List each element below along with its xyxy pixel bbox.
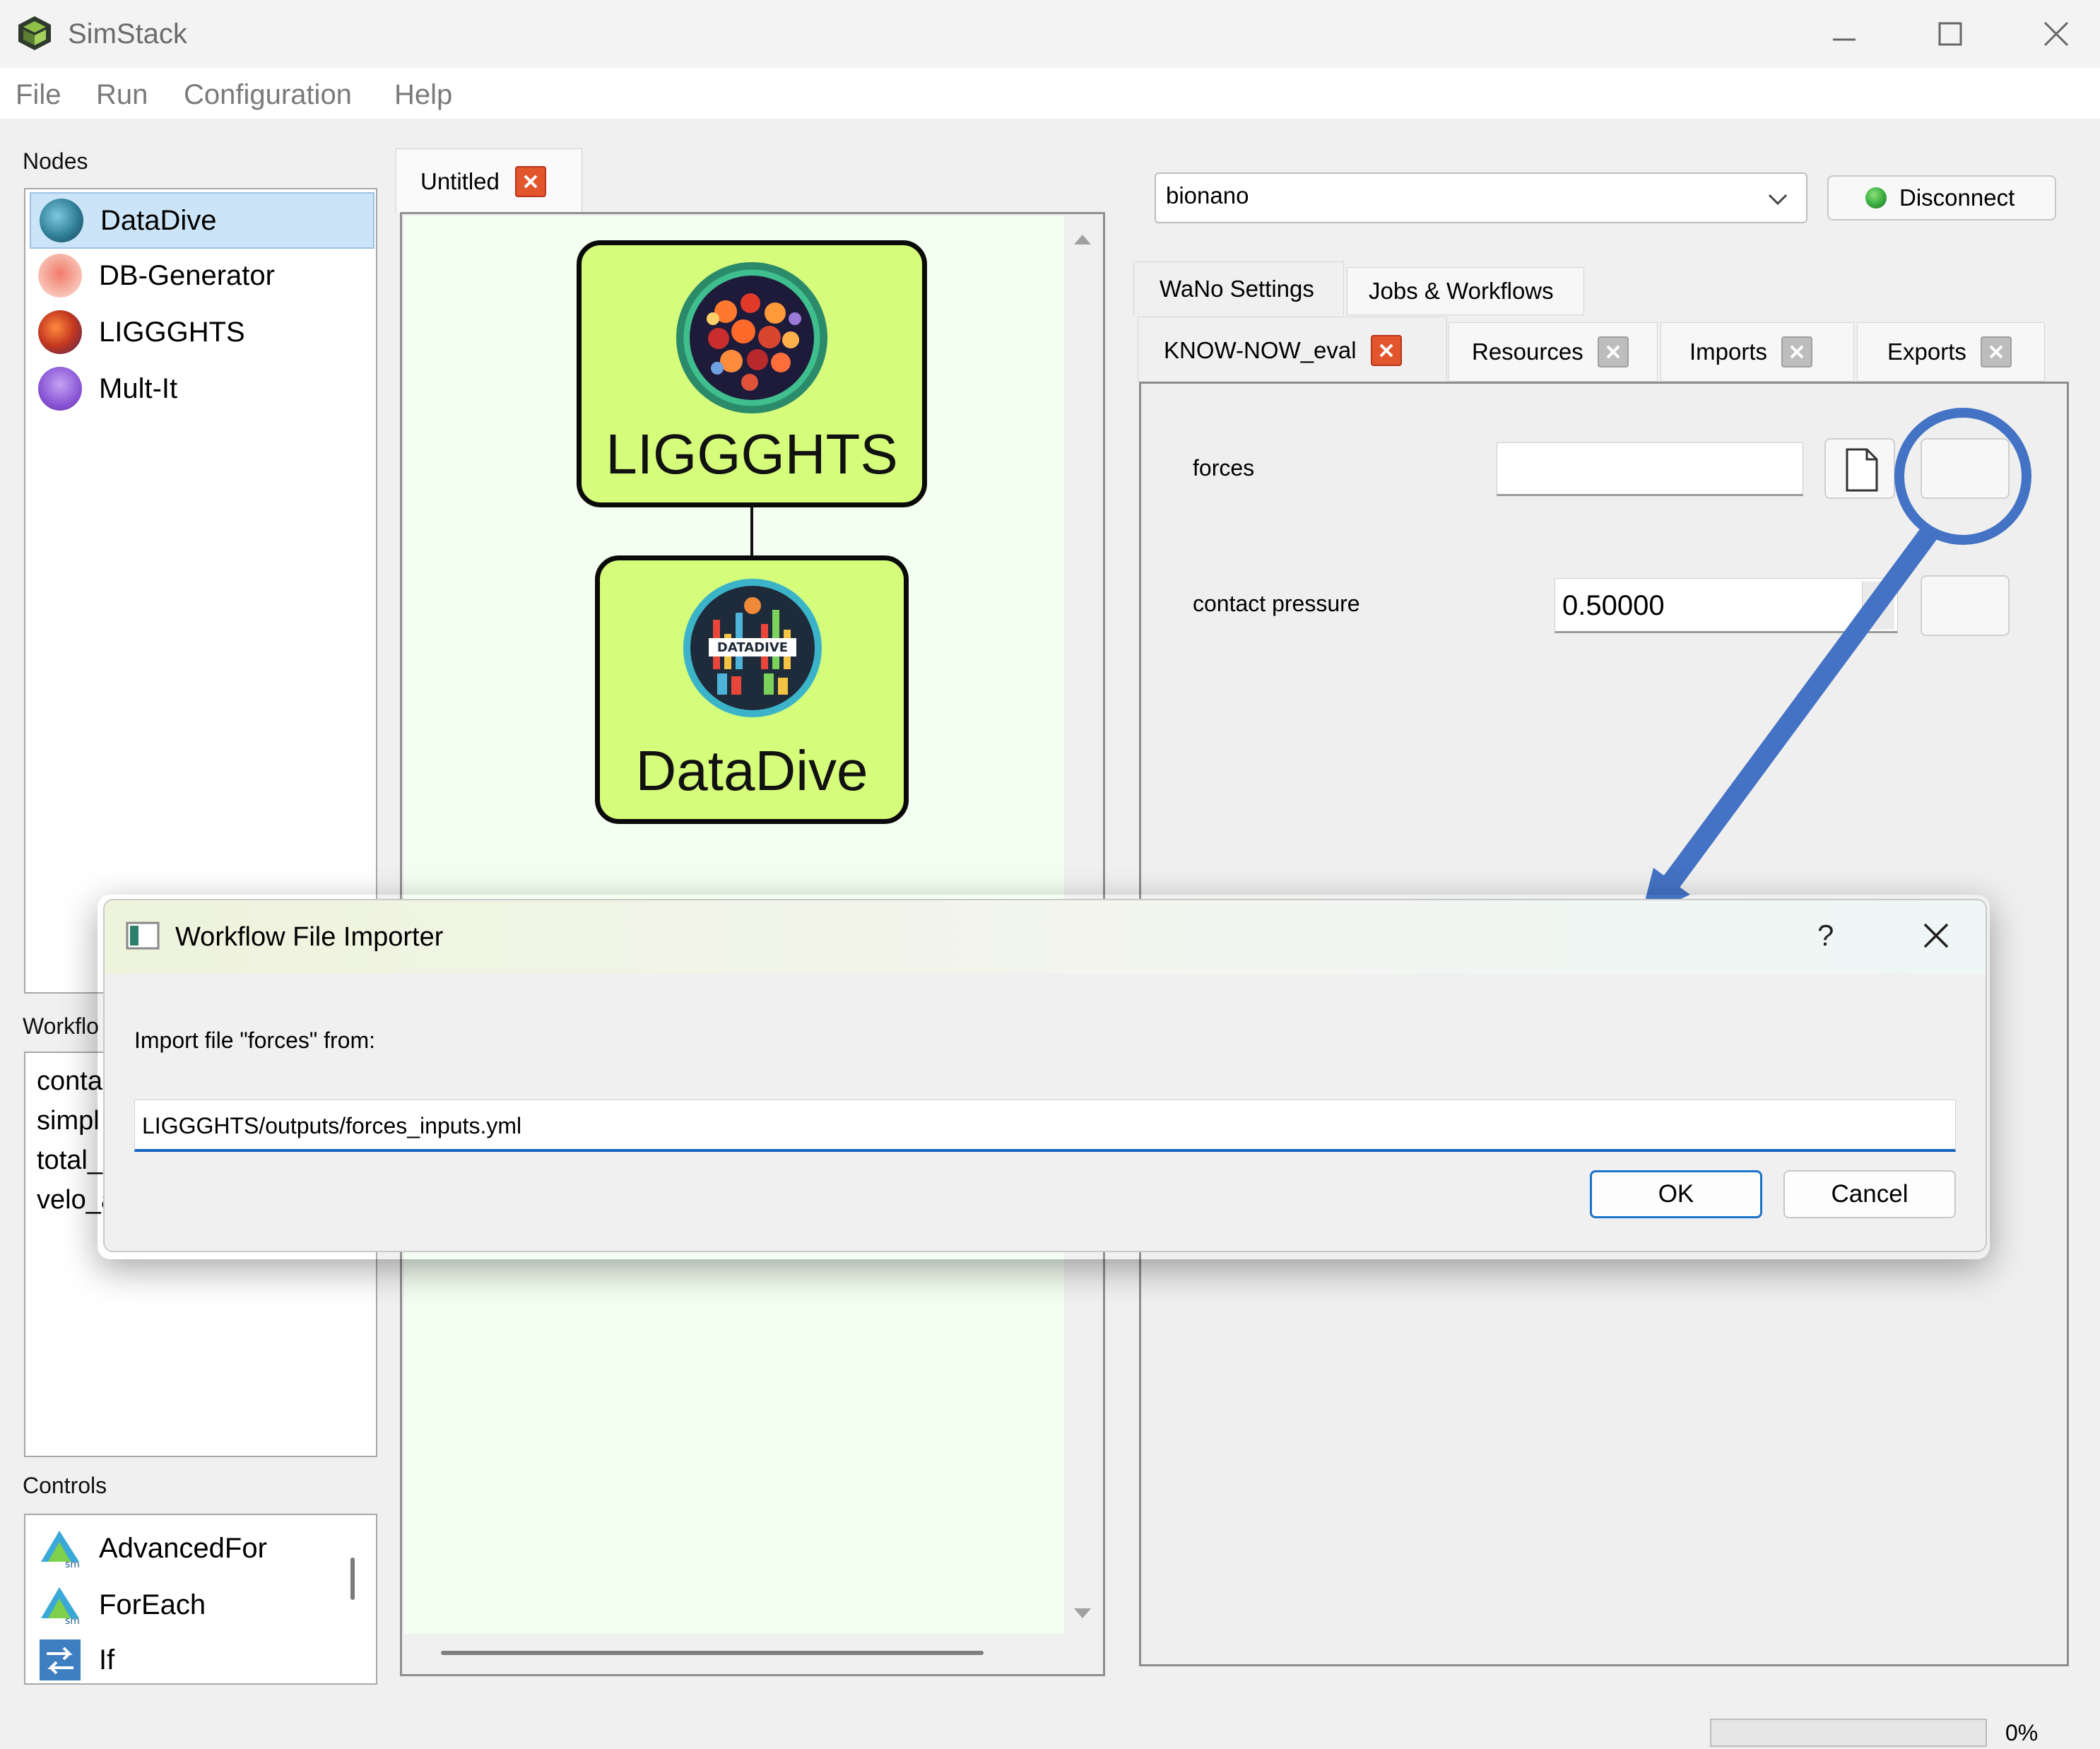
dialog-window-icon — [126, 920, 160, 951]
annotation-circle — [1894, 408, 2031, 545]
ok-button-label: OK — [1658, 1180, 1694, 1208]
import-path-input[interactable]: LIGGGHTS/outputs/forces_inputs.yml — [134, 1100, 1956, 1152]
import-path-value: LIGGGHTS/outputs/forces_inputs.yml — [142, 1113, 522, 1138]
dialog-prompt: Import file "forces" from: — [134, 1027, 376, 1053]
progress-bar — [1710, 1719, 1987, 1747]
dialog-title: Workflow File Importer — [175, 922, 444, 952]
annotation-arrow-overlay — [1641, 408, 2031, 917]
ok-button[interactable]: OK — [1590, 1170, 1762, 1218]
progress-text: 0% — [2005, 1720, 2039, 1745]
workflow-file-importer-dialog: Workflow File Importer ? Import file "fo… — [103, 899, 1987, 1252]
cancel-button[interactable]: Cancel — [1783, 1170, 1956, 1218]
cancel-button-label: Cancel — [1831, 1180, 1909, 1208]
help-icon[interactable]: ? — [1817, 916, 1834, 955]
annotation-arrow-shaft — [1662, 525, 1939, 890]
close-dialog-icon[interactable] — [1919, 919, 1953, 953]
